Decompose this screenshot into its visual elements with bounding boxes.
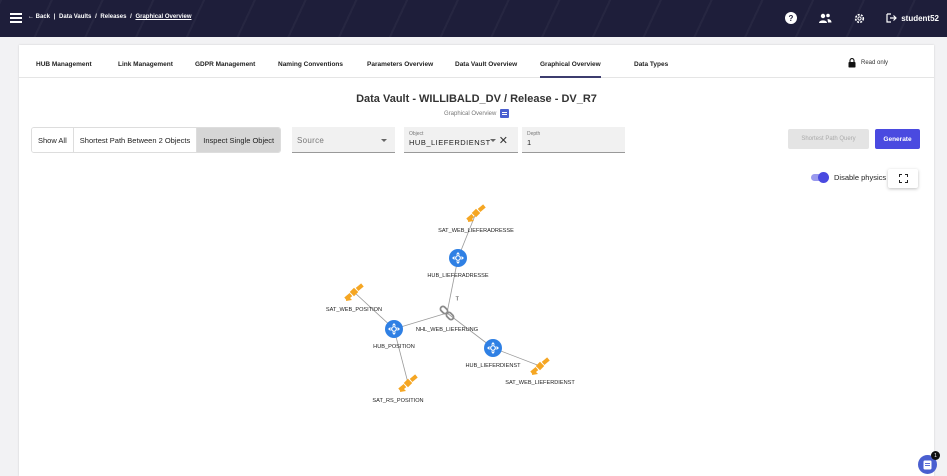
- graph-node-satellite[interactable]: SAT_RS_POSITION: [372, 374, 424, 404]
- graph-node-hub[interactable]: HUB_LIEFERADRESSE: [427, 249, 489, 279]
- graph-node-label: SAT_RS_POSITION: [372, 398, 423, 404]
- graph-node-label: HUB_POSITION: [373, 344, 415, 350]
- graph-canvas[interactable]: T SAT_WEB_LIEFERADRESSE HUB_LIEFERADRESSE…: [0, 0, 947, 476]
- graph-node-label: SAT_WEB_POSITION: [326, 307, 382, 313]
- chat-icon: [923, 460, 932, 469]
- graph-node-hub[interactable]: HUB_LIEFERDIENST: [465, 339, 521, 369]
- graph-node-satellite[interactable]: SAT_WEB_LIEFERADRESSE: [438, 204, 514, 234]
- graph-node-label: SAT_WEB_LIEFERDIENST: [505, 380, 575, 386]
- chat-button[interactable]: 1: [918, 451, 940, 474]
- graph-node-label: HUB_LIEFERDIENST: [465, 363, 521, 369]
- graph-node-satellite[interactable]: SAT_WEB_LIEFERDIENST: [505, 357, 575, 386]
- graph-node-satellite[interactable]: SAT_WEB_POSITION: [326, 283, 382, 313]
- edge-label: T: [456, 297, 460, 303]
- graph-node-label: HUB_LIEFERADRESSE: [427, 273, 489, 279]
- chat-badge: 1: [931, 451, 940, 460]
- graph-node-label: SAT_WEB_LIEFERADRESSE: [438, 228, 514, 234]
- graph-node-label: NHL_WEB_LIEFERUNG: [416, 327, 478, 333]
